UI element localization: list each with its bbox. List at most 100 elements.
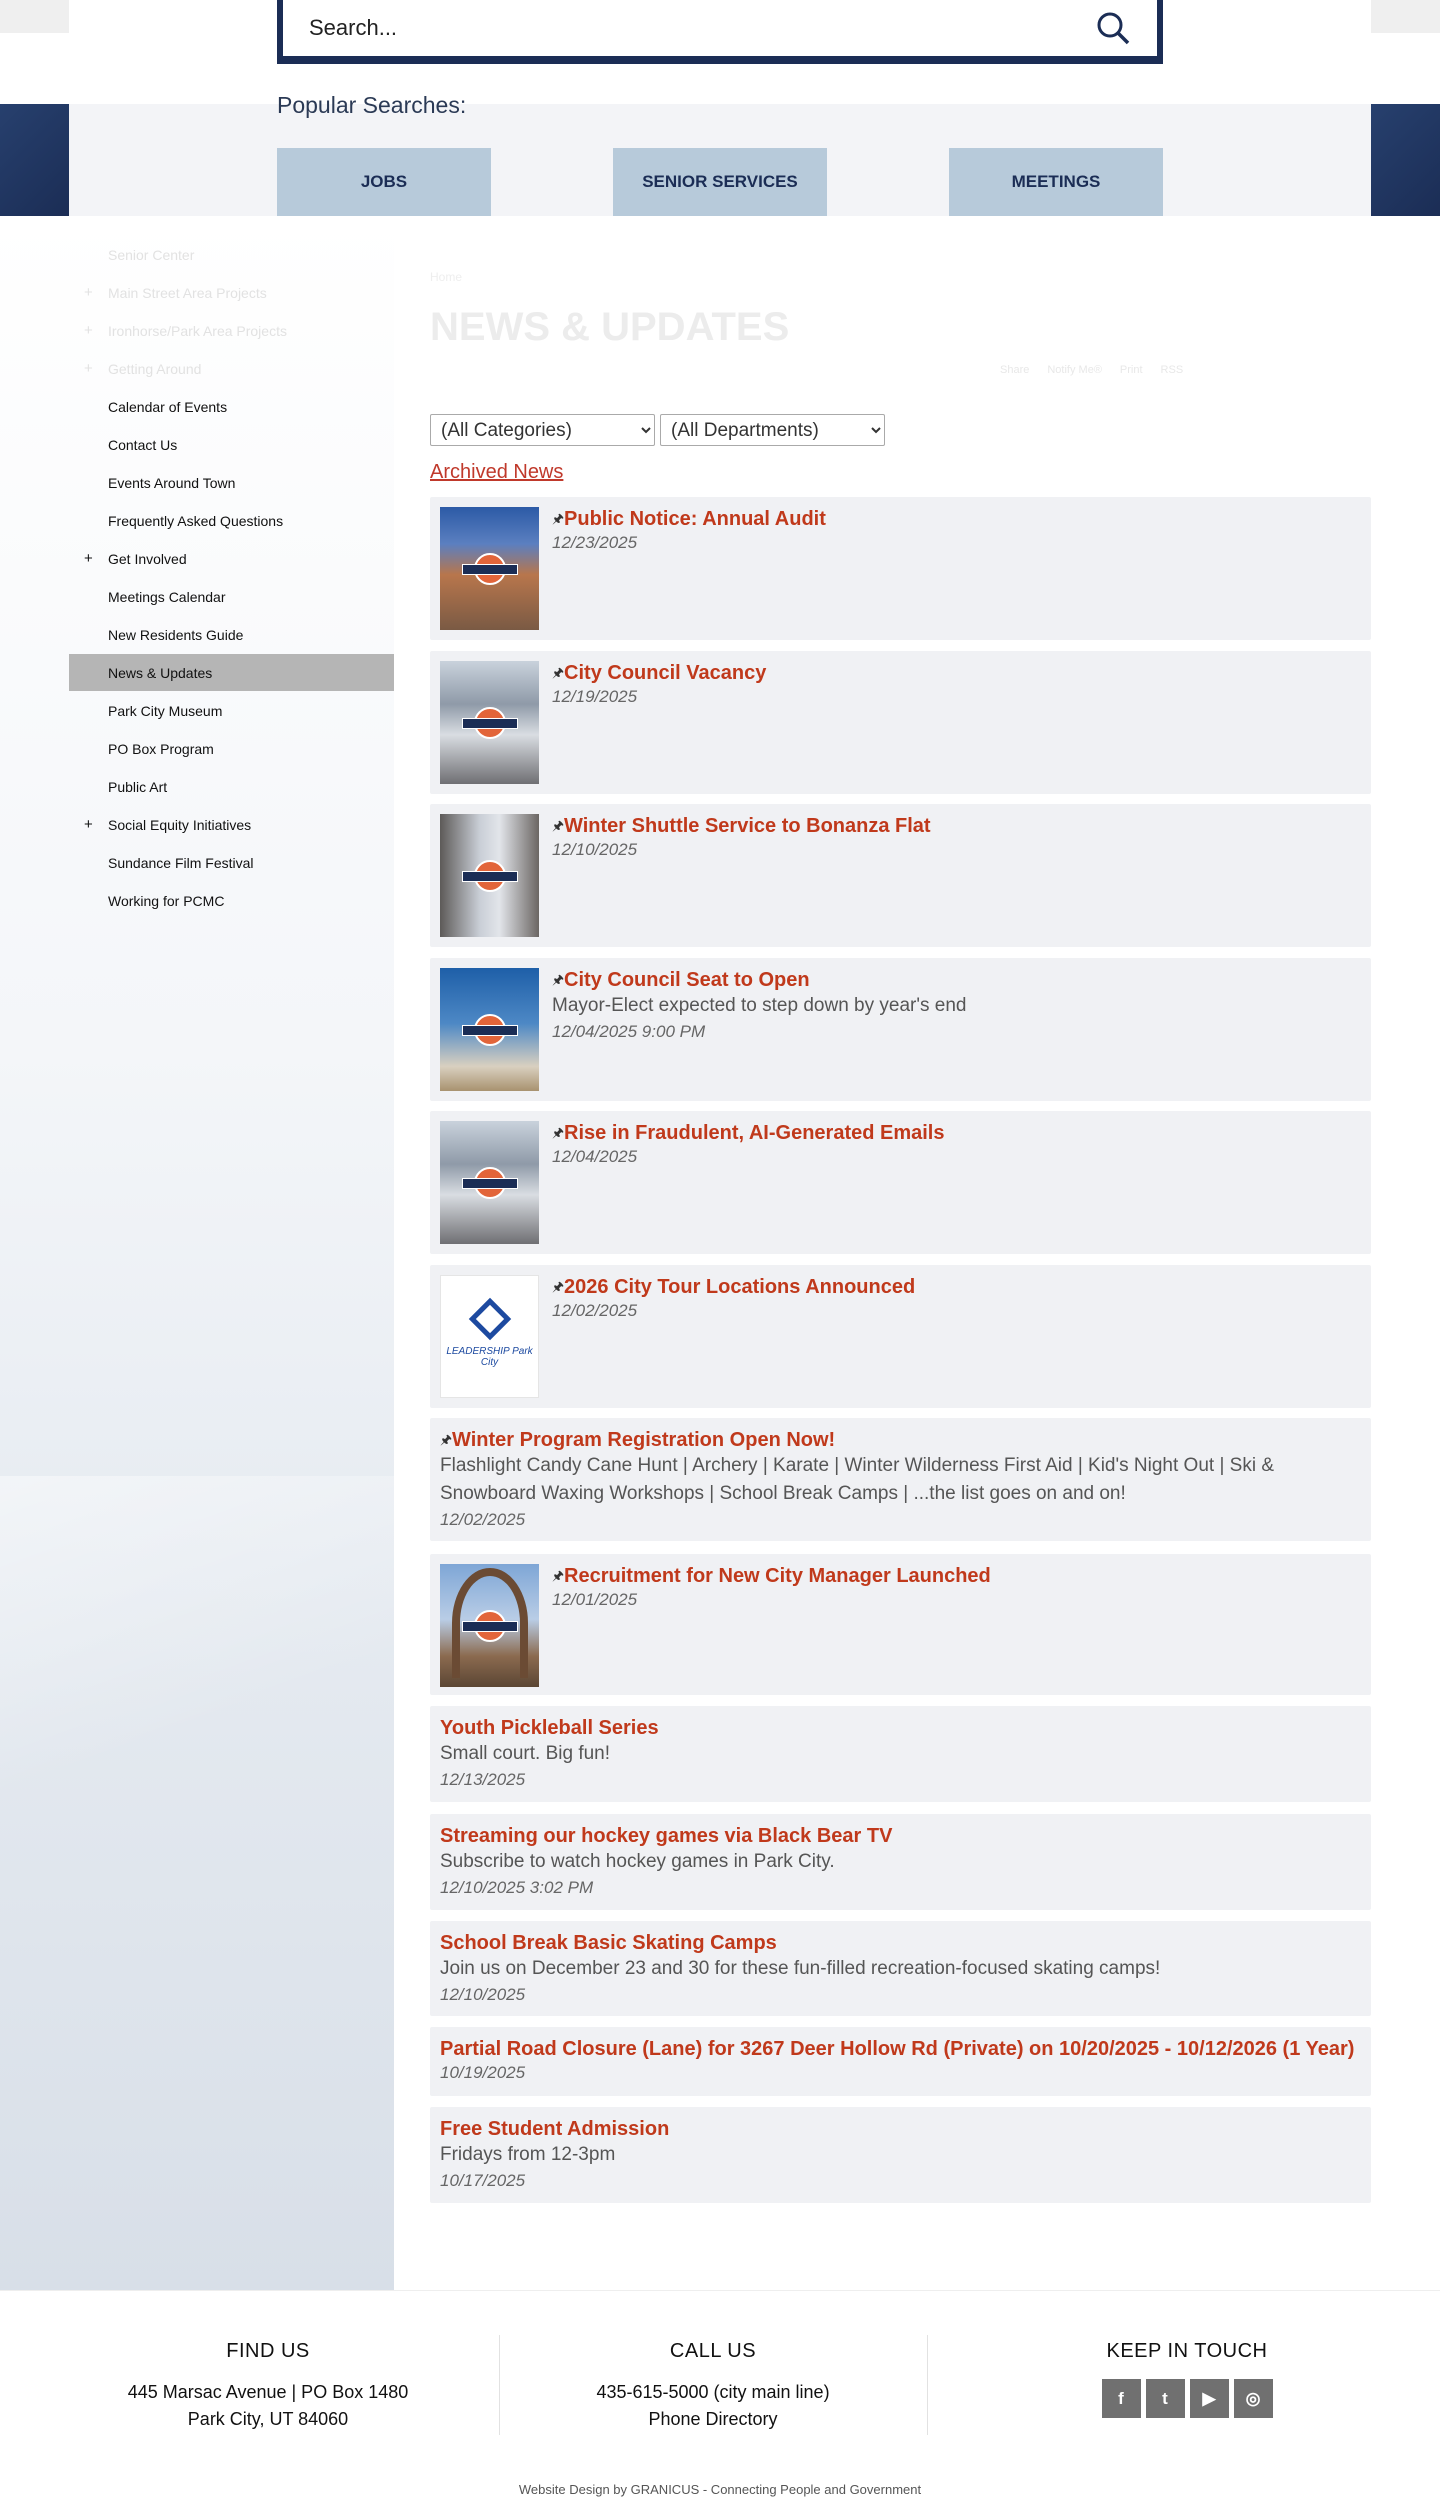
sidebar-item[interactable]: Meetings Calendar	[0, 578, 394, 615]
news-item-body: Streaming our hockey games via Black Bea…	[440, 1824, 1361, 1900]
sidebar-item[interactable]: + Getting Around	[0, 350, 394, 387]
expand-icon[interactable]: +	[84, 550, 93, 567]
news-date: 12/23/2025	[552, 533, 638, 552]
news-title-link[interactable]: 🖈2026 City Tour Locations Announced	[552, 1275, 1361, 1299]
thumbnail-caption: LEADERSHIP Park City	[446, 1346, 533, 1368]
sidebar-item[interactable]: Events Around Town	[0, 464, 394, 501]
site-credit[interactable]: Website Design by GRANICUS - Connecting …	[0, 2482, 1440, 2497]
pin-icon: 🖈	[552, 1568, 565, 1583]
news-thumbnail[interactable]	[440, 814, 539, 937]
news-title-link[interactable]: Streaming our hockey games via Black Bea…	[440, 1824, 1361, 1848]
category-select[interactable]: (All Categories)	[430, 414, 655, 446]
twitter-icon[interactable]: t	[1145, 2379, 1185, 2418]
archived-news-link[interactable]: Archived News	[430, 461, 563, 484]
news-title[interactable]: School Break Basic Skating Camps	[440, 1932, 777, 1954]
news-thumbnail[interactable]	[440, 1121, 539, 1244]
news-title[interactable]: Streaming our hockey games via Black Bea…	[440, 1825, 892, 1847]
sidebar-item-label: Contact Us	[108, 436, 178, 453]
department-select[interactable]: (All Departments)	[660, 414, 885, 446]
news-thumbnail[interactable]	[440, 1564, 539, 1687]
breadcrumb[interactable]: Home	[430, 270, 462, 284]
sidebar-item[interactable]: Park City Museum	[0, 692, 394, 729]
pin-icon: 🖈	[552, 511, 565, 526]
search-input[interactable]	[309, 15, 1095, 41]
expand-icon[interactable]: +	[84, 284, 93, 301]
instagram-icon[interactable]: ◎	[1233, 2379, 1273, 2418]
footer-call-us: CALL US 435-615-5000 (city main line) Ph…	[499, 2340, 927, 2433]
expand-icon[interactable]: +	[84, 816, 93, 833]
news-title-link[interactable]: Free Student Admission	[440, 2117, 1361, 2141]
pin-icon: 🖈	[552, 818, 565, 833]
news-title[interactable]: Recruitment for New City Manager Launche…	[564, 1565, 991, 1587]
news-title-link[interactable]: Partial Road Closure (Lane) for 3267 Dee…	[440, 2037, 1361, 2061]
news-date: 12/19/2025	[552, 687, 638, 706]
news-item-body: 🖈City Council Seat to Open Mayor-Elect ex…	[552, 968, 1361, 1091]
news-item-body: 🖈Rise in Fraudulent, AI-Generated Emails…	[552, 1121, 1361, 1244]
phone-directory-link[interactable]: Phone Directory	[499, 2406, 927, 2433]
news-title-link[interactable]: 🖈Public Notice: Annual Audit	[552, 507, 1361, 531]
news-item-body: 🖈Public Notice: Annual Audit 12/23/2025	[552, 507, 1361, 630]
sidebar-item[interactable]: + Social Equity Initiatives	[0, 806, 394, 843]
news-title-link[interactable]: 🖈Rise in Fraudulent, AI-Generated Emails	[552, 1121, 1361, 1145]
sidebar-item[interactable]: Public Art	[0, 768, 394, 805]
news-thumbnail[interactable]	[440, 507, 539, 630]
news-title[interactable]: Public Notice: Annual Audit	[564, 508, 826, 530]
youtube-icon[interactable]: ▶	[1189, 2379, 1229, 2418]
sidebar-item[interactable]: New Residents Guide	[0, 616, 394, 653]
popular-senior-services-button[interactable]: SENIOR SERVICES	[613, 148, 827, 216]
sidebar-item[interactable]: News & Updates	[69, 654, 394, 691]
news-title-link[interactable]: School Break Basic Skating Camps	[440, 1931, 1361, 1955]
sidebar-item[interactable]: + Main Street Area Projects	[0, 274, 394, 311]
rss-tool[interactable]: RSS	[1161, 364, 1184, 376]
news-title[interactable]: Winter Shuttle Service to Bonanza Flat	[564, 815, 931, 837]
news-title[interactable]: Rise in Fraudulent, AI-Generated Emails	[564, 1122, 944, 1144]
phone-number[interactable]: 435-615-5000 (city main line)	[499, 2379, 927, 2406]
news-summary: Join us on December 23 and 30 for these …	[440, 1958, 1161, 1979]
news-item: Free Student Admission Fridays from 12-3p…	[430, 2107, 1371, 2203]
sidebar-item-label: PO Box Program	[108, 740, 214, 757]
news-title[interactable]: City Council Seat to Open	[564, 969, 810, 991]
news-title[interactable]: Partial Road Closure (Lane) for 3267 Dee…	[440, 2038, 1354, 2060]
news-title[interactable]: Winter Program Registration Open Now!	[452, 1429, 835, 1451]
search-icon[interactable]	[1095, 10, 1131, 46]
expand-icon[interactable]: +	[84, 360, 93, 377]
sidebar-item-label: Sundance Film Festival	[108, 854, 254, 871]
sidebar-item[interactable]: + Get Involved	[0, 540, 394, 577]
news-title-link[interactable]: 🖈Recruitment for New City Manager Launch…	[552, 1564, 1361, 1588]
pin-icon: 🖈	[440, 1432, 453, 1447]
news-date: 10/19/2025	[440, 2063, 526, 2082]
park-city-badge-icon	[461, 552, 518, 585]
sidebar-item[interactable]: Senior Center	[0, 236, 394, 273]
news-title-link[interactable]: 🖈Winter Shuttle Service to Bonanza Flat	[552, 814, 1361, 838]
news-title-link[interactable]: 🖈City Council Seat to Open	[552, 968, 1361, 992]
news-summary: Fridays from 12-3pm	[440, 2144, 616, 2165]
news-thumbnail[interactable]	[440, 968, 539, 1091]
sidebar-item[interactable]: Sundance Film Festival	[0, 844, 394, 881]
sidebar-item[interactable]: Frequently Asked Questions	[0, 502, 394, 539]
news-title[interactable]: Free Student Admission	[440, 2118, 669, 2140]
expand-icon[interactable]: +	[84, 322, 93, 339]
sidebar-item[interactable]: Contact Us	[0, 426, 394, 463]
popular-meetings-button[interactable]: MEETINGS	[949, 148, 1163, 216]
news-title[interactable]: City Council Vacancy	[564, 662, 766, 684]
news-title[interactable]: 2026 City Tour Locations Announced	[564, 1276, 915, 1298]
sidebar-item[interactable]: Calendar of Events	[0, 388, 394, 425]
news-summary: Small court. Big fun!	[440, 1743, 611, 1764]
news-thumbnail[interactable]	[440, 661, 539, 784]
share-tool[interactable]: Share	[1000, 364, 1029, 376]
news-title-link[interactable]: 🖈City Council Vacancy	[552, 661, 1361, 685]
popular-jobs-button[interactable]: JOBS	[277, 148, 491, 216]
sidebar-item[interactable]: PO Box Program	[0, 730, 394, 767]
sidebar-item[interactable]: Working for PCMC	[0, 882, 394, 919]
news-title-link[interactable]: Youth Pickleball Series	[440, 1716, 1361, 1740]
sidebar-item-label: Social Equity Initiatives	[108, 816, 252, 833]
facebook-icon[interactable]: f	[1101, 2379, 1141, 2418]
news-title[interactable]: Youth Pickleball Series	[440, 1717, 659, 1739]
news-date: 10/17/2025	[440, 2171, 526, 2190]
news-title-link[interactable]: 🖈Winter Program Registration Open Now!	[440, 1428, 1361, 1452]
sidebar-item[interactable]: + Ironhorse/Park Area Projects	[0, 312, 394, 349]
news-thumbnail[interactable]: LEADERSHIP Park City	[440, 1275, 539, 1398]
print-tool[interactable]: Print	[1120, 364, 1143, 376]
footer-keep-in-touch: KEEP IN TOUCH f t ▶ ◎	[927, 2340, 1440, 2418]
notify-tool[interactable]: Notify Me®	[1047, 364, 1102, 376]
